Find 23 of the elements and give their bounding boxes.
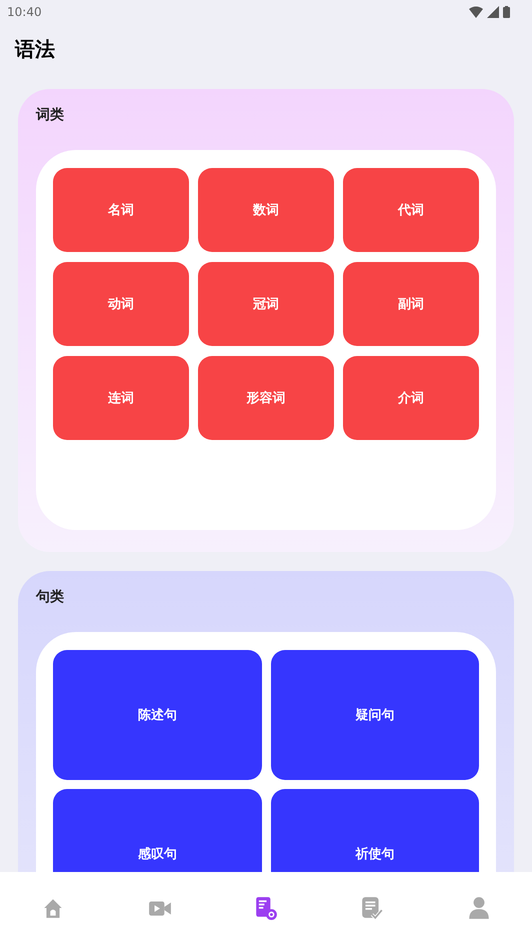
category-button[interactable]: 名词 (53, 168, 189, 252)
category-button[interactable]: 感叹句 (53, 789, 262, 872)
document-icon (254, 896, 278, 920)
page-title: 语法 (15, 36, 56, 63)
category-button[interactable]: 数词 (198, 168, 334, 252)
person-icon (466, 896, 491, 920)
category-button[interactable]: 代词 (343, 168, 479, 252)
section-title: 句类 (36, 588, 65, 607)
category-button[interactable]: 介词 (343, 356, 479, 440)
category-button[interactable]: 形容词 (198, 356, 334, 440)
status-time: 10:40 (7, 5, 42, 19)
category-button[interactable]: 连词 (53, 356, 189, 440)
category-button[interactable]: 陈述句 (53, 650, 262, 780)
category-button[interactable]: 祈使句 (270, 789, 479, 872)
category-button[interactable]: 动词 (53, 262, 189, 346)
battery-icon (503, 6, 510, 18)
checklist-icon (360, 896, 384, 920)
category-button[interactable]: 疑问句 (270, 650, 479, 780)
wifi-icon (469, 6, 483, 18)
category-button[interactable]: 副词 (343, 262, 479, 346)
category-button[interactable]: 冠词 (198, 262, 334, 346)
signal-icon (487, 6, 499, 18)
section-title: 词类 (36, 106, 65, 125)
